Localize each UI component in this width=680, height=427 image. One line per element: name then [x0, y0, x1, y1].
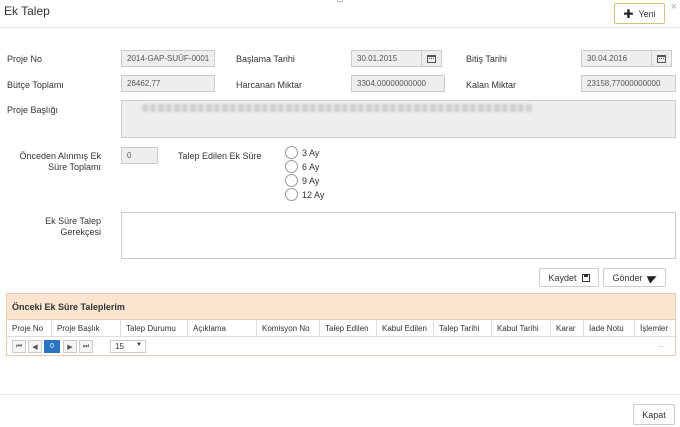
gerekce-label-line2: Gerekçesi: [60, 227, 101, 237]
new-button[interactable]: ✚ Yeni: [614, 3, 665, 24]
page-size-value: 15: [115, 342, 124, 351]
proje-basligi-label: Proje Başlığı: [7, 105, 59, 115]
panel-title: Önceki Ek Süre Taleplerim: [7, 294, 675, 320]
radio-circle[interactable]: [285, 174, 298, 187]
redacted-title: [142, 104, 532, 112]
close-button[interactable]: Kapat: [633, 404, 675, 425]
column-header[interactable]: İade Notu: [584, 320, 635, 337]
grid-pager: ⏮ ◀ 0 ▶ ⏭ 15 ▼ ...: [7, 337, 675, 355]
talep-edilen-ek-sure-label: Talep Edilen Ek Süre: [178, 151, 262, 161]
butce-toplami-label: Bütçe Toplamı: [7, 80, 64, 90]
calendar-icon: [657, 54, 666, 63]
radio-label: 9 Ay: [302, 175, 320, 186]
save-button[interactable]: Kaydet: [539, 268, 599, 287]
column-header[interactable]: Kabul Edilen: [377, 320, 434, 337]
column-header[interactable]: İşlemler: [635, 320, 675, 337]
onceden-alinmis-field: 0: [121, 147, 158, 164]
footer-divider: [0, 394, 680, 395]
kalan-miktar-field: 23158,77000000000: [581, 75, 676, 92]
last-page-icon[interactable]: ⏭: [79, 340, 93, 353]
page-size-select[interactable]: 15 ▼: [110, 340, 146, 353]
send-button-label: Gönder: [612, 272, 643, 283]
previous-requests-panel: Önceki Ek Süre Taleplerim Proje No Proje…: [6, 293, 676, 356]
column-header[interactable]: Kabul Tarihi: [492, 320, 551, 337]
calendar-icon: [427, 54, 436, 63]
radio-circle[interactable]: [285, 188, 298, 201]
gerekce-label-line1: Ek Süre Talep: [45, 216, 101, 226]
harcanan-miktar-field: 3304,00000000000: [351, 75, 445, 92]
gerekce-textarea[interactable]: [121, 212, 676, 259]
radio-label: 6 Ay: [302, 161, 320, 172]
first-page-icon[interactable]: ⏮: [12, 340, 26, 353]
prev-page-icon[interactable]: ◀: [28, 340, 42, 353]
butce-toplami-field: 26462,77: [121, 75, 215, 92]
proje-no-field: 2014-GAP-SUÜF-0001: [121, 50, 215, 67]
bitis-tarihi-label: Bitiş Tarihi: [466, 54, 507, 64]
column-header[interactable]: Karar: [551, 320, 584, 337]
baslama-tarihi-label: Başlama Tarihi: [236, 54, 295, 64]
column-header[interactable]: Talep Tarihi: [434, 320, 492, 337]
radio-12-ay[interactable]: 12 Ay: [285, 188, 324, 201]
column-header[interactable]: Komisyon No: [257, 320, 320, 337]
column-header[interactable]: Proje Başlık: [52, 320, 121, 337]
baslama-tarihi-field: 30.01.2015: [351, 50, 422, 67]
modal-title: Ek Talep: [4, 4, 50, 18]
current-page[interactable]: 0: [44, 340, 60, 353]
radio-9-ay[interactable]: 9 Ay: [285, 174, 319, 187]
radio-3-ay[interactable]: 3 Ay: [285, 146, 319, 159]
bitis-calendar-button[interactable]: [652, 50, 672, 67]
save-icon: [581, 273, 590, 282]
drag-handle-icon[interactable]: [337, 0, 343, 2]
close-button-label: Kapat: [642, 409, 666, 420]
next-page-icon[interactable]: ▶: [63, 340, 77, 353]
pager-info: ...: [658, 340, 665, 349]
send-icon: [646, 271, 658, 284]
column-header[interactable]: Talep Durumu: [121, 320, 188, 337]
send-button[interactable]: Gönder: [603, 268, 666, 287]
harcanan-miktar-label: Harcanan Miktar: [236, 80, 303, 90]
radio-6-ay[interactable]: 6 Ay: [285, 160, 319, 173]
save-button-label: Kaydet: [548, 272, 577, 283]
baslama-calendar-button[interactable]: [422, 50, 442, 67]
proje-basligi-textarea: [121, 100, 676, 138]
chevron-down-icon: ▼: [136, 342, 142, 348]
new-button-label: Yeni: [638, 8, 656, 19]
bitis-tarihi-field: 30.04.2016: [581, 50, 652, 67]
radio-circle[interactable]: [285, 160, 298, 173]
plus-icon: ✚: [623, 6, 634, 21]
header-divider: [0, 27, 680, 28]
onceden-alinmis-label-line2: Süre Toplamı: [48, 162, 101, 172]
column-header[interactable]: Açıklama: [188, 320, 257, 337]
grid-header: Proje No Proje Başlık Talep Durumu Açıkl…: [7, 320, 675, 337]
kalan-miktar-label: Kalan Miktar: [466, 80, 517, 90]
onceden-alinmis-label-line1: Önceden Alınmış Ek: [19, 151, 101, 161]
radio-circle[interactable]: [285, 146, 298, 159]
radio-label: 3 Ay: [302, 147, 320, 158]
proje-no-label: Proje No: [7, 54, 43, 64]
close-icon[interactable]: ×: [671, 1, 677, 13]
radio-label: 12 Ay: [302, 189, 325, 200]
column-header[interactable]: Talep Edilen: [320, 320, 377, 337]
column-header[interactable]: Proje No: [7, 320, 52, 337]
